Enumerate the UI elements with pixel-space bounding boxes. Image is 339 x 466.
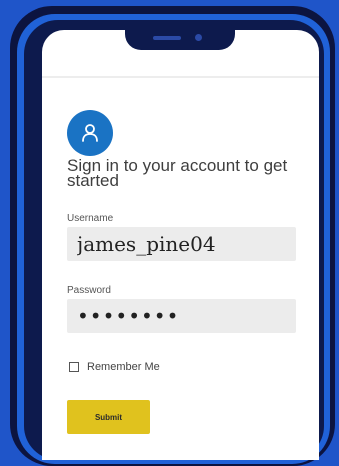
header-divider bbox=[42, 76, 319, 78]
user-icon bbox=[82, 124, 98, 142]
password-input[interactable] bbox=[67, 299, 296, 333]
signin-heading: Sign in to your account to get started bbox=[67, 156, 288, 190]
username-input[interactable] bbox=[67, 227, 296, 261]
phone-notch bbox=[125, 30, 235, 50]
password-label: Password bbox=[67, 285, 111, 296]
username-label: Username bbox=[67, 213, 114, 224]
phone-screen: Sign in to your account to get started U… bbox=[42, 30, 319, 460]
remember-me-row[interactable]: Remember Me bbox=[69, 361, 160, 373]
avatar bbox=[67, 110, 113, 156]
speaker-grille bbox=[153, 36, 181, 40]
remember-me-label: Remember Me bbox=[87, 361, 160, 373]
remember-me-checkbox[interactable] bbox=[69, 362, 79, 372]
submit-button[interactable]: Submit bbox=[67, 400, 150, 434]
front-camera bbox=[195, 34, 202, 41]
